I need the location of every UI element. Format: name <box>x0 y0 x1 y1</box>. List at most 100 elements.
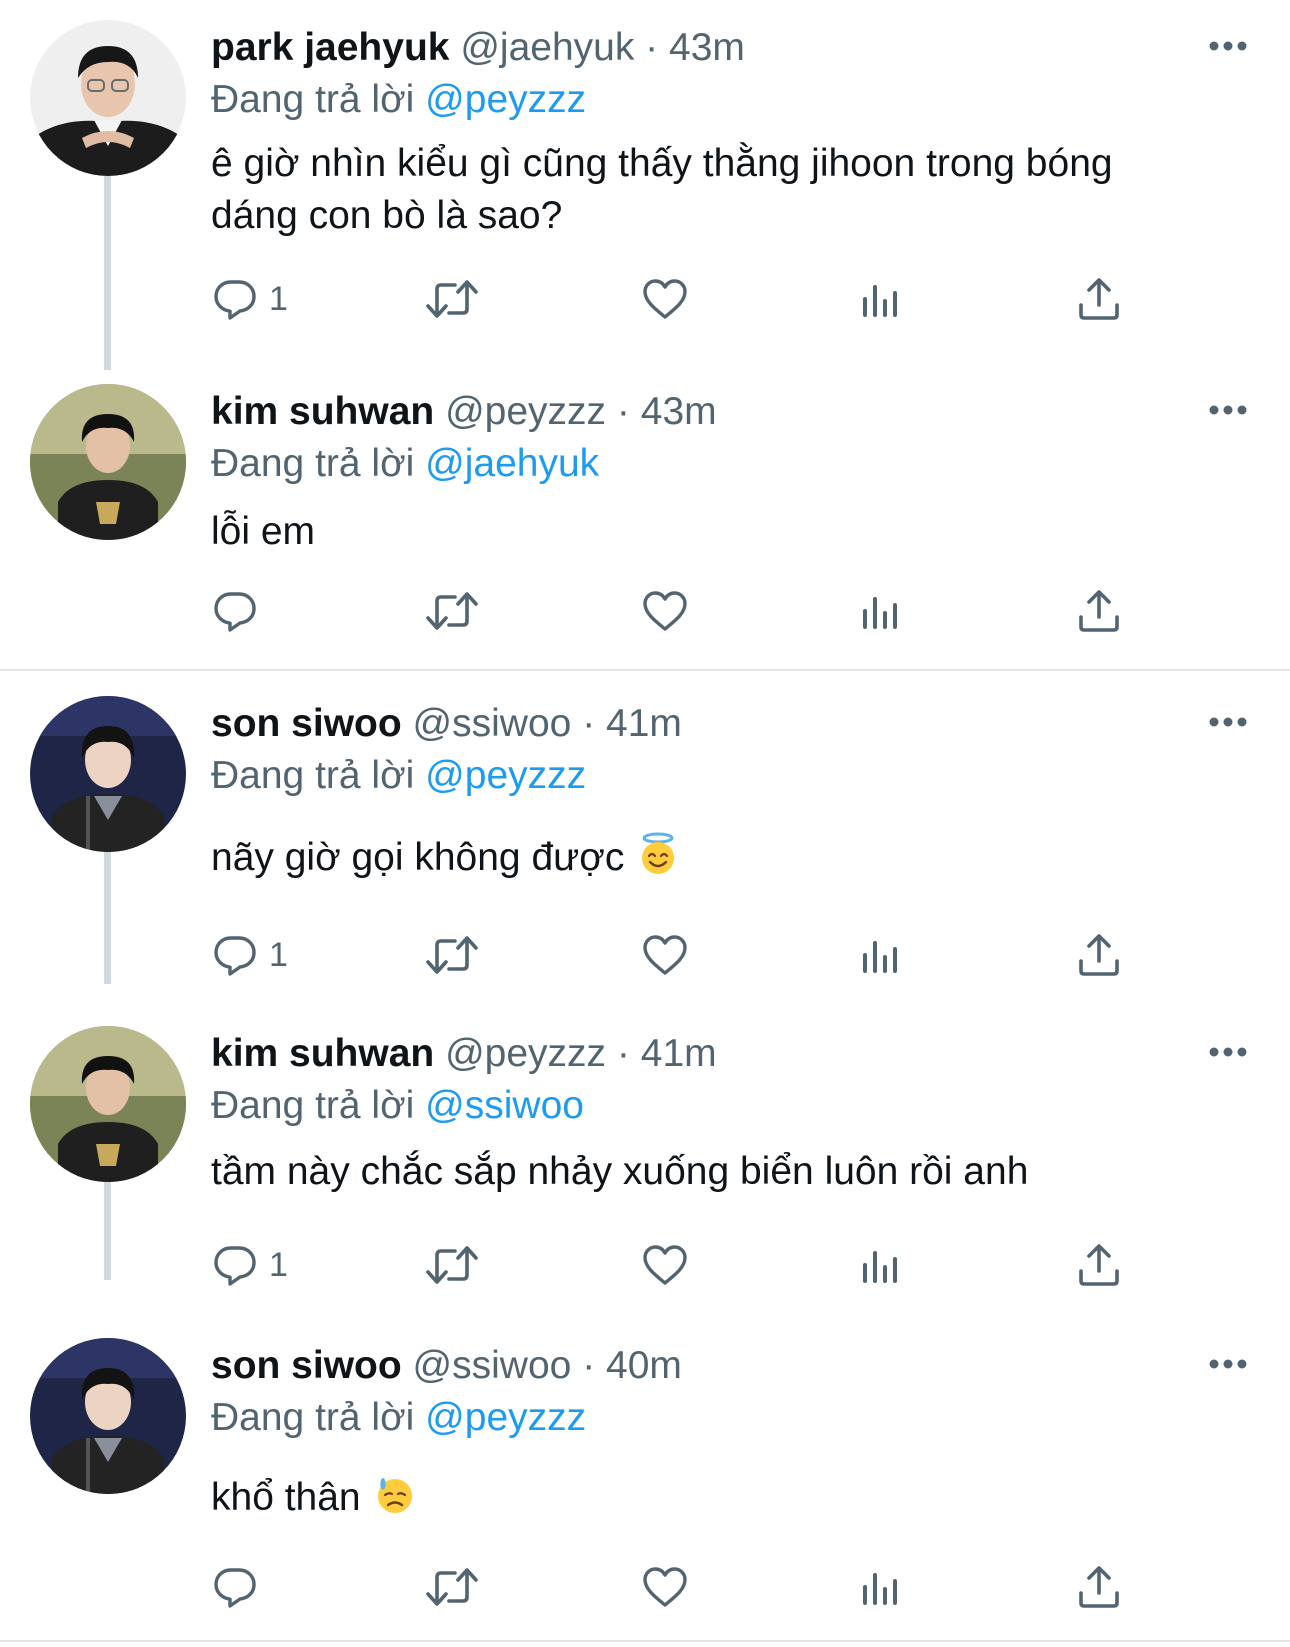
tweet[interactable]: park jaehyuk @jaehyuk · 43m Đang trả lời… <box>0 20 1290 340</box>
more-options-icon[interactable] <box>1207 36 1249 56</box>
action-bar: 1 <box>211 1238 1211 1292</box>
reply-icon <box>211 1563 259 1611</box>
heart-icon <box>641 931 689 979</box>
action-bar: 1 <box>211 272 1211 326</box>
more-options-icon[interactable] <box>1207 1354 1249 1374</box>
like-button[interactable] <box>641 928 689 982</box>
thread-divider <box>0 669 1290 671</box>
reply-button[interactable]: 1 <box>211 1238 288 1292</box>
display-name[interactable]: kim suhwan <box>211 390 434 433</box>
replying-to-handle[interactable]: @jaehyuk <box>425 442 599 485</box>
retweet-button[interactable] <box>424 272 480 326</box>
tweet[interactable]: kim suhwan @peyzzz · 43m Đang trả lời @j… <box>0 384 1290 654</box>
retweet-button[interactable] <box>424 584 480 638</box>
tweet[interactable]: kim suhwan @peyzzz · 41m Đang trả lời @s… <box>0 1026 1290 1296</box>
avatar[interactable] <box>30 696 186 852</box>
smiling-face-with-halo-emoji-icon <box>636 832 680 876</box>
replying-to-label: Đang trả lời <box>211 1084 415 1127</box>
display-name[interactable]: park jaehyuk <box>211 26 449 69</box>
reply-button[interactable] <box>211 584 269 638</box>
replying-to-handle[interactable]: @peyzzz <box>425 78 586 121</box>
retweet-icon <box>424 1563 480 1611</box>
timestamp[interactable]: 43m <box>669 26 745 69</box>
downcast-face-with-sweat-emoji-icon <box>373 1472 417 1516</box>
views-icon <box>858 1563 906 1611</box>
like-button[interactable] <box>641 272 689 326</box>
more-options-icon[interactable] <box>1207 712 1249 732</box>
share-button[interactable] <box>1075 1560 1123 1614</box>
replying-to-handle[interactable]: @ssiwoo <box>425 1084 584 1127</box>
tweet[interactable]: son siwoo @ssiwoo · 41m Đang trả lời @pe… <box>0 696 1290 986</box>
user-handle[interactable]: @jaehyuk <box>460 26 634 69</box>
tweet-header: kim suhwan @peyzzz · 41m <box>211 1026 717 1082</box>
reply-button[interactable] <box>211 1560 269 1614</box>
more-options-icon[interactable] <box>1207 400 1249 420</box>
like-button[interactable] <box>641 584 689 638</box>
share-button[interactable] <box>1075 584 1123 638</box>
reply-icon <box>211 587 259 635</box>
timestamp[interactable]: 41m <box>641 1032 717 1075</box>
share-button[interactable] <box>1075 1238 1123 1292</box>
tweet-header: kim suhwan @peyzzz · 43m <box>211 384 717 440</box>
replying-to-handle[interactable]: @peyzzz <box>425 754 586 797</box>
retweet-button[interactable] <box>424 1560 480 1614</box>
more-options-icon[interactable] <box>1207 1042 1249 1062</box>
views-button[interactable] <box>858 584 906 638</box>
avatar[interactable] <box>30 1338 186 1494</box>
views-button[interactable] <box>858 1238 906 1292</box>
avatar[interactable] <box>30 20 186 176</box>
like-button[interactable] <box>641 1238 689 1292</box>
share-icon <box>1075 1563 1123 1611</box>
action-bar <box>211 584 1211 638</box>
share-button[interactable] <box>1075 928 1123 982</box>
heart-icon <box>641 1241 689 1289</box>
heart-icon <box>641 587 689 635</box>
display-name[interactable]: son siwoo <box>211 1344 402 1387</box>
reply-button[interactable]: 1 <box>211 928 288 982</box>
bottom-divider <box>0 1640 1290 1642</box>
avatar[interactable] <box>30 384 186 540</box>
reply-icon <box>211 275 259 323</box>
user-handle[interactable]: @peyzzz <box>445 390 606 433</box>
share-icon <box>1075 587 1123 635</box>
tweet-text: nãy giờ gọi không được <box>211 832 1251 884</box>
tweet-text-content: khổ thân <box>211 1476 361 1519</box>
views-icon <box>858 1241 906 1289</box>
replying-to: Đang trả lời @peyzzz <box>211 750 586 802</box>
timestamp[interactable]: 41m <box>606 702 682 745</box>
views-button[interactable] <box>858 1560 906 1614</box>
tweet[interactable]: son siwoo @ssiwoo · 40m Đang trả lời @pe… <box>0 1338 1290 1618</box>
retweet-button[interactable] <box>424 1238 480 1292</box>
tweet-header: park jaehyuk @jaehyuk · 43m <box>211 20 745 76</box>
replying-to-label: Đang trả lời <box>211 78 415 121</box>
retweet-icon <box>424 1241 480 1289</box>
user-handle[interactable]: @ssiwoo <box>413 1344 572 1387</box>
separator-dot: · <box>582 702 596 745</box>
timestamp[interactable]: 40m <box>606 1344 682 1387</box>
share-button[interactable] <box>1075 272 1123 326</box>
retweet-icon <box>424 275 480 323</box>
views-button[interactable] <box>858 928 906 982</box>
timestamp[interactable]: 43m <box>641 390 717 433</box>
replying-to-handle[interactable]: @peyzzz <box>425 1396 586 1439</box>
tweet-header: son siwoo @ssiwoo · 41m <box>211 696 682 752</box>
like-button[interactable] <box>641 1560 689 1614</box>
replying-to: Đang trả lời @ssiwoo <box>211 1080 584 1132</box>
tweet-text: tầm này chắc sắp nhảy xuống biển luôn rồ… <box>211 1150 1029 1193</box>
reply-count: 1 <box>269 1245 288 1284</box>
user-handle[interactable]: @peyzzz <box>445 1032 606 1075</box>
views-icon <box>858 587 906 635</box>
views-button[interactable] <box>858 272 906 326</box>
tweet-text: ê giờ nhìn kiểu gì cũng thấy thằng jihoo… <box>211 138 1251 242</box>
display-name[interactable]: kim suhwan <box>211 1032 434 1075</box>
reply-button[interactable]: 1 <box>211 272 288 326</box>
display-name[interactable]: son siwoo <box>211 702 402 745</box>
reply-icon <box>211 931 259 979</box>
separator-dot: · <box>616 1032 630 1075</box>
user-handle[interactable]: @ssiwoo <box>413 702 572 745</box>
retweet-icon <box>424 587 480 635</box>
views-icon <box>858 931 906 979</box>
retweet-button[interactable] <box>424 928 480 982</box>
replying-to-label: Đang trả lời <box>211 442 415 485</box>
avatar[interactable] <box>30 1026 186 1182</box>
